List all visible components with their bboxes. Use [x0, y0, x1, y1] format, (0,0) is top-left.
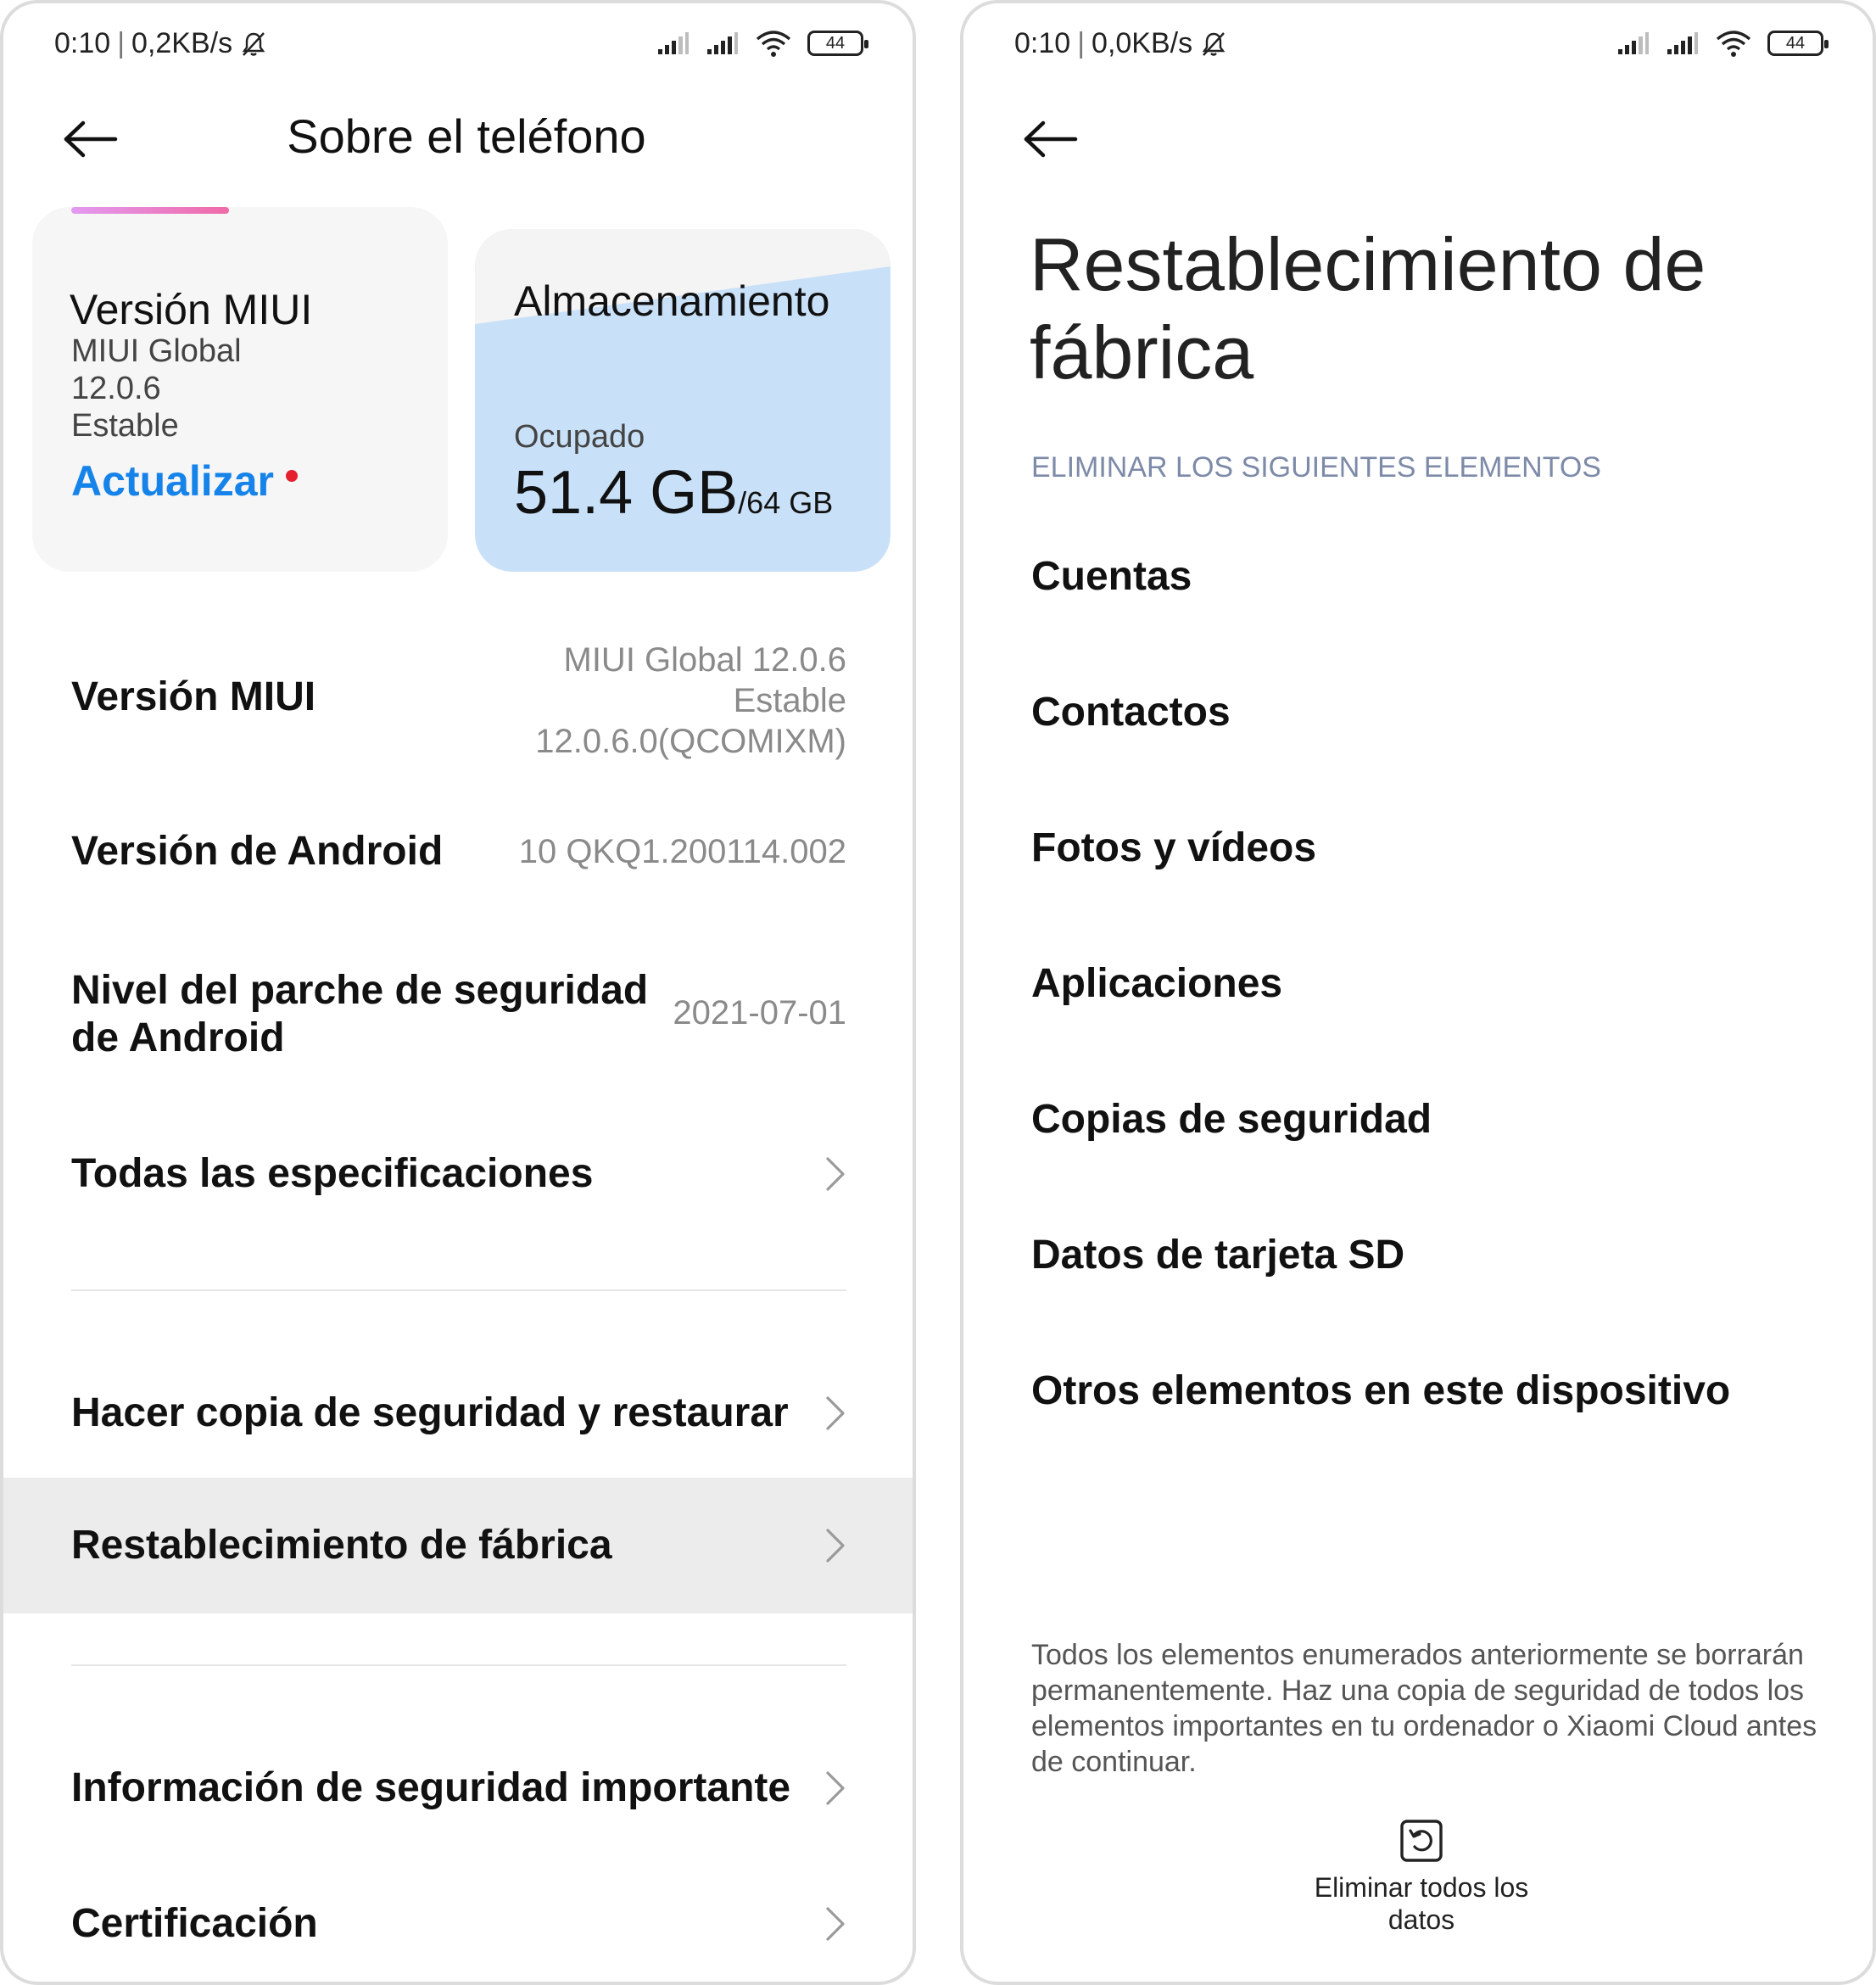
miui-version-card[interactable]: Versión MIUI MIUI Global 12.0.6 Estable … — [32, 207, 448, 572]
status-left: 0:10 | 0,0KB/s — [1014, 27, 1228, 60]
row-title-line: de Android — [71, 1015, 285, 1060]
storage-used-label: Ocupado — [514, 419, 645, 455]
list-item: Datos de tarjeta SD — [1031, 1233, 1405, 1278]
signal-icon-2 — [707, 32, 738, 54]
miui-card-line: 12.0.6 — [71, 371, 161, 406]
row-miui-version[interactable]: Versión MIUI MIUI Global 12.0.6 Estable … — [3, 631, 913, 760]
row-value-line: Estable — [733, 682, 846, 719]
card-accent — [71, 207, 229, 214]
update-link[interactable]: Actualizar — [71, 456, 298, 506]
storage-used-amount: 51.4 GB — [514, 459, 739, 527]
row-security-patch[interactable]: Nivel del parche de seguridad de Android… — [3, 960, 913, 1071]
miui-card-details: MIUI Global 12.0.6 Estable — [71, 333, 242, 445]
status-time: 0:10 — [54, 27, 111, 59]
row-all-specs[interactable]: Todas las especificaciones — [3, 1140, 913, 1208]
list-item: Contactos — [1031, 690, 1231, 735]
row-value: MIUI Global 12.0.6 Estable 12.0.6.0(QCOM… — [535, 640, 846, 762]
storage-used-value: 51.4 GB/64 GB — [514, 458, 833, 528]
status-separator: | — [117, 27, 126, 59]
warning-text: Todos los elementos enumerados anteriorm… — [1031, 1639, 1817, 1778]
row-certification[interactable]: Certificación — [3, 1890, 913, 1958]
battery-level: 44 — [825, 33, 846, 53]
signal-icon — [658, 32, 689, 54]
wifi-icon — [756, 31, 791, 57]
divider — [71, 1289, 846, 1291]
status-time: 0:10 — [1014, 27, 1071, 59]
row-safety-info[interactable]: Información de seguridad importante — [3, 1754, 913, 1822]
battery-icon: 44 — [1767, 31, 1829, 56]
update-label: Actualizar — [71, 457, 274, 505]
miui-card-line: Estable — [71, 408, 179, 444]
battery-icon: 44 — [807, 31, 868, 56]
page-title-line: Restablecimiento de — [1030, 222, 1706, 306]
list-item: Otros elementos en este dispositivo — [1031, 1368, 1731, 1413]
status-right: 44 — [1616, 29, 1829, 58]
row-title: Restablecimiento de fábrica — [71, 1523, 612, 1568]
back-arrow-icon — [1024, 120, 1078, 158]
row-android-version[interactable]: Versión de Android 10 QKQ1.200114.002 — [3, 818, 913, 886]
wifi-icon — [1716, 31, 1751, 57]
back-button[interactable] — [1023, 114, 1099, 165]
row-title: Nivel del parche de seguridad de Android — [71, 967, 648, 1062]
row-value: 10 QKQ1.200114.002 — [518, 833, 846, 870]
reset-icon — [1400, 1820, 1443, 1862]
storage-total: /64 GB — [738, 485, 834, 520]
miui-card-title: Versión MIUI — [70, 286, 313, 333]
page-title-line: fábrica — [1030, 310, 1254, 394]
status-bar: 0:10 | 0,0KB/s 44 — [963, 3, 1873, 88]
row-value: 2021-07-01 — [673, 994, 846, 1032]
row-title: Versión MIUI — [71, 674, 316, 719]
signal-icon — [1618, 32, 1649, 54]
row-title: Versión de Android — [71, 829, 444, 874]
status-bar: 0:10 | 0,2KB/s 44 — [3, 3, 913, 88]
row-title: Hacer copia de seguridad y restaurar — [71, 1390, 789, 1435]
page-title: Restablecimiento de fábrica — [1030, 221, 1810, 397]
row-title: Certificación — [71, 1901, 318, 1946]
factory-reset-screen: 0:10 | 0,0KB/s 44 Restablecimiento de fá… — [960, 0, 1876, 1985]
list-item: Copias de seguridad — [1031, 1097, 1432, 1142]
list-item: Aplicaciones — [1031, 961, 1283, 1006]
row-title: Todas las especificaciones — [71, 1151, 594, 1196]
battery-level: 44 — [1785, 33, 1806, 53]
page-title: Sobre el teléfono — [287, 109, 646, 163]
divider — [71, 1664, 846, 1666]
erase-all-data-button[interactable]: Eliminar todos los datos — [1260, 1819, 1583, 1954]
erase-all-data-label: Eliminar todos los datos — [1314, 1872, 1529, 1935]
storage-card[interactable]: Almacenamiento Ocupado 51.4 GB/64 GB — [475, 229, 891, 572]
list-item: Fotos y vídeos — [1031, 825, 1317, 870]
list-item: Cuentas — [1031, 554, 1192, 599]
row-backup-restore[interactable]: Hacer copia de seguridad y restaurar — [3, 1379, 913, 1447]
row-title: Información de seguridad importante — [71, 1765, 791, 1810]
chevron-right-icon — [826, 1907, 845, 1941]
row-title-line: Nivel del parche de seguridad — [71, 968, 649, 1013]
row-factory-reset[interactable]: Restablecimiento de fábrica — [3, 1478, 913, 1613]
status-network-speed: 0,0KB/s — [1092, 27, 1193, 59]
storage-card-title: Almacenamiento — [514, 277, 830, 325]
chevron-right-icon — [826, 1157, 845, 1191]
chevron-right-icon — [826, 1529, 845, 1563]
about-phone-screen: 0:10 | 0,2KB/s 44 Sobre el teléfono Vers… — [0, 0, 916, 1985]
row-value-line: MIUI Global 12.0.6 — [563, 641, 847, 679]
chevron-right-icon — [826, 1771, 845, 1805]
row-value-line: 12.0.6.0(QCOMIXM) — [535, 723, 846, 760]
signal-icon-2 — [1667, 32, 1698, 54]
section-header: ELIMINAR LOS SIGUIENTES ELEMENTOS — [1031, 451, 1601, 484]
status-right: 44 — [656, 29, 868, 58]
status-network-speed: 0,2KB/s — [131, 27, 233, 59]
mute-bell-icon — [242, 31, 265, 56]
status-left: 0:10 | 0,2KB/s — [54, 27, 268, 60]
mute-bell-icon — [1202, 31, 1226, 56]
miui-card-line: MIUI Global — [71, 333, 242, 369]
chevron-right-icon — [826, 1396, 845, 1430]
notification-dot — [285, 470, 298, 482]
status-separator: | — [1077, 27, 1086, 59]
